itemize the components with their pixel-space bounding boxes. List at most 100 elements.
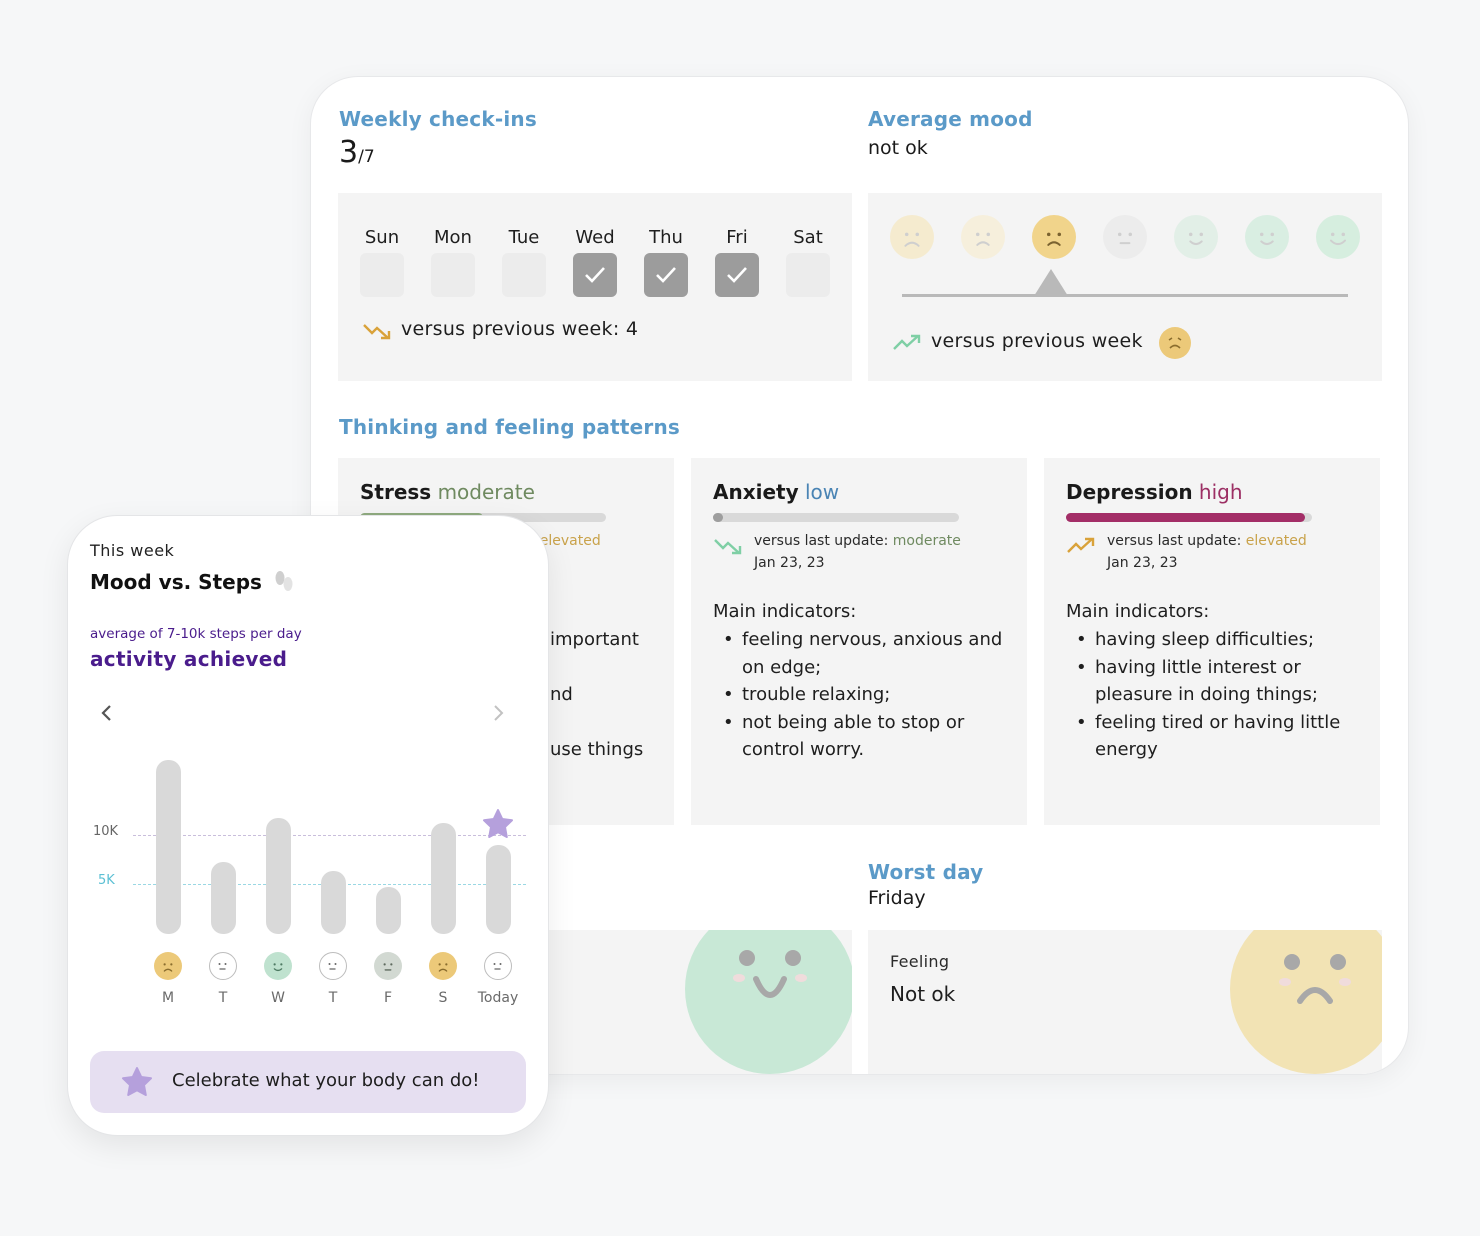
goal-label: average of 7-10k steps per day [90,626,302,642]
steps-bar [321,871,346,934]
check-icon [727,267,747,283]
comparison-label: versus last update: [754,533,889,549]
mood-value: not ok [868,137,928,159]
day-checkbox[interactable] [431,253,475,297]
feeling-label: Feeling [890,952,950,971]
day-checkbox[interactable] [502,253,546,297]
checkins-value: 3/7 [339,135,375,170]
comparison-value: moderate [892,533,961,549]
mood-face-icon [209,952,237,980]
pattern-name: Stress [360,480,432,504]
pattern-title: Stress moderate [360,480,535,504]
pattern-level-bar [713,513,959,522]
chevron-left-icon[interactable] [99,703,115,723]
day-checkbox[interactable] [715,253,759,297]
very-sad-face-icon [890,215,934,259]
star-icon [122,1067,152,1096]
check-icon [585,267,605,283]
day-label: Sat [793,227,823,248]
day-label: T [218,990,228,1006]
day-label: Wed [575,227,615,248]
pattern-card-depression: Depression high versus last update: eleva… [1044,458,1380,825]
y-label-5k: 5K [98,873,115,888]
chevron-right-icon[interactable] [490,703,506,723]
mood-face-icon [374,952,402,980]
indicator-item: trouble relaxing; [713,681,1013,709]
celebrate-banner: Celebrate what your body can do! [90,1051,526,1113]
indicators-list: having sleep difficulties;having little … [1066,626,1366,764]
card-eyebrow: This week [90,541,175,560]
pattern-level-fill [713,513,723,522]
mood-face-icon [429,952,457,980]
steps-bar [376,887,401,934]
day-label: Today [477,990,519,1006]
mood-comparison: versus previous week [931,330,1143,352]
neutral-face-icon [1103,215,1147,259]
indicator-item: having sleep difficulties; [1066,626,1366,654]
mood-steps-card: This week Mood vs. Steps average of 7-10… [67,515,549,1136]
day-checkbox[interactable] [360,253,404,297]
comparison-value: elevated [1245,533,1307,549]
comparison-date: Jan 23, 23 [1107,555,1178,571]
comparison-value: elevated [539,533,601,549]
checkins-total: /7 [358,147,375,167]
day-checkbox[interactable] [573,253,617,297]
sad-face-icon [961,215,1005,259]
indicators-title: Main indicators: [1066,601,1210,622]
pattern-level: moderate [437,480,535,504]
day-label: M [161,990,175,1006]
day-checkbox[interactable] [644,253,688,297]
mood-face-icon [484,952,512,980]
indicator-item: feeling tired or having little energy [1066,709,1366,764]
day-label: F [383,990,393,1006]
feeling-value: Not ok [890,982,956,1006]
not-ok-face-icon [1159,327,1191,359]
mood-face-icon [264,952,292,980]
great-face-icon [1316,215,1360,259]
steps-bar [266,817,291,934]
comparison-label: versus last update: [1107,533,1242,549]
trend-down-icon [363,324,391,340]
steps-bar [211,862,236,934]
checkins-panel: Sun Mon Tue Wed Thu Fri Sat versus previous we… [338,193,852,381]
trend-down-icon [714,539,742,555]
pattern-level: high [1198,480,1243,504]
day-checkbox[interactable] [786,253,830,297]
pattern-title: Anxiety low [713,480,839,504]
pattern-name: Anxiety [713,480,799,504]
pattern-comparison: versus last update: elevated Jan 23, 23 [1107,530,1307,574]
goal-status: activity achieved [90,647,288,671]
trend-up-icon [1067,537,1095,553]
good-face-icon [1245,215,1289,259]
day-label: Mon [434,227,472,248]
okay-face-icon [1174,215,1218,259]
day-label: W [271,990,285,1006]
mood-slider-marker [1034,269,1068,296]
day-label: Sun [364,227,400,248]
day-label: T [328,990,338,1006]
y-label-10k: 10K [93,824,119,839]
indicator-item: feeling nervous, anxious and on edge; [713,626,1013,681]
pattern-level-fill [1066,513,1305,522]
day-label: Tue [508,227,540,248]
day-label: S [438,990,448,1006]
pattern-level-bar [1066,513,1312,522]
pattern-title: Depression high [1066,480,1243,504]
indicators-title: Main indicators: [713,601,857,622]
pattern-name: Depression [1066,480,1193,504]
goal-star-icon [482,808,514,844]
checkins-comparison: versus previous week: 4 [401,318,639,340]
checkins-title: Weekly check-ins [339,107,537,131]
indicators-list: feeling nervous, anxious and on edge;tro… [713,626,1013,764]
celebrate-text: Celebrate what your body can do! [172,1070,480,1091]
steps-bar [156,760,181,934]
sad-face-icon [1230,930,1382,1074]
mood-face-icon [154,952,182,980]
steps-bar [486,844,511,934]
day-label: Thu [649,227,683,248]
mood-face-icon [319,952,347,980]
footsteps-icon [275,571,293,591]
card-title: Mood vs. Steps [90,568,297,594]
patterns-title: Thinking and feeling patterns [339,415,681,439]
indicator-item: having little interest or pleasure in do… [1066,654,1366,709]
